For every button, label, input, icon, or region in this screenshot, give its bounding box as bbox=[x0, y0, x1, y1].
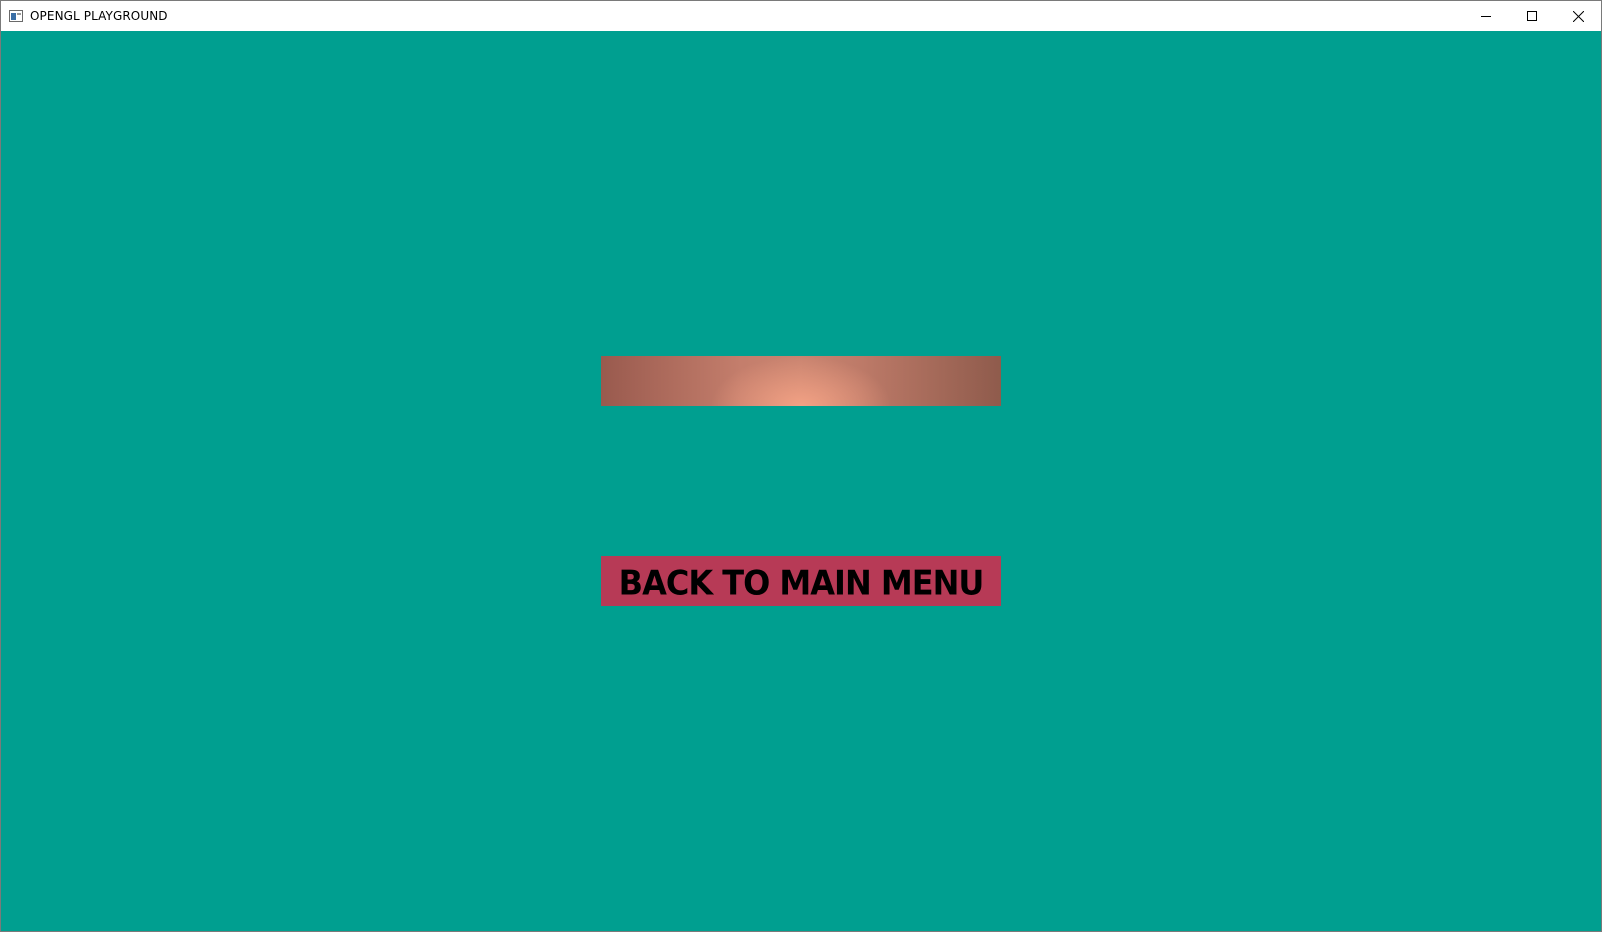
title-bar[interactable]: OPENGL PLAYGROUND bbox=[1, 1, 1601, 31]
close-icon bbox=[1572, 10, 1584, 22]
app-window-icon bbox=[9, 10, 23, 22]
close-button[interactable] bbox=[1555, 1, 1601, 31]
window-controls bbox=[1463, 1, 1601, 31]
gradient-panel bbox=[601, 356, 1001, 406]
maximize-button[interactable] bbox=[1509, 1, 1555, 31]
minimize-button[interactable] bbox=[1463, 1, 1509, 31]
render-viewport: BACK TO MAIN MENU bbox=[1, 31, 1601, 931]
window-title: OPENGL PLAYGROUND bbox=[30, 9, 168, 23]
app-window: OPENGL PLAYGROUND BACK TO MAIN MENU bbox=[0, 0, 1602, 932]
maximize-icon bbox=[1527, 11, 1537, 21]
minimize-icon bbox=[1481, 16, 1491, 17]
back-to-main-menu-label: BACK TO MAIN MENU bbox=[618, 563, 985, 603]
back-to-main-menu-button[interactable]: BACK TO MAIN MENU bbox=[601, 556, 1001, 606]
